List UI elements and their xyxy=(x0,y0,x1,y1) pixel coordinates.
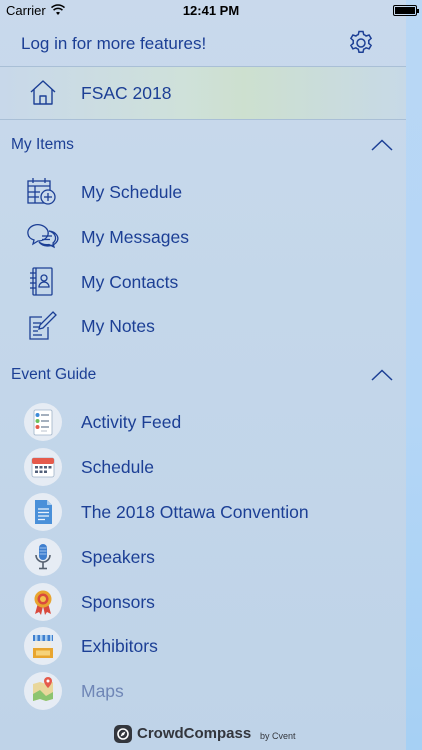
section-header-event-guide[interactable]: Event Guide xyxy=(0,353,406,397)
menu-item-convention[interactable]: The 2018 Ottawa Convention xyxy=(0,490,406,535)
map-icon xyxy=(24,672,62,710)
section-header-my-items[interactable]: My Items xyxy=(0,123,406,167)
menu-item-label: My Contacts xyxy=(81,272,179,292)
footer-branding: CrowdCompass by Cvent xyxy=(0,720,406,750)
chat-bubbles-icon xyxy=(27,223,59,249)
menu-item-label: Schedule xyxy=(81,457,154,477)
menu-item-label: My Schedule xyxy=(81,182,183,202)
menu-item-exhibitors[interactable]: Exhibitors xyxy=(0,624,406,669)
menu-item-label: The 2018 Ottawa Convention xyxy=(81,502,309,522)
gear-icon[interactable] xyxy=(348,30,374,56)
note-pencil-icon xyxy=(29,311,57,340)
menu-item-sponsors[interactable]: Sponsors xyxy=(0,580,406,625)
footer-brand: CrowdCompass xyxy=(137,725,252,742)
battery-icon xyxy=(393,5,419,16)
menu-item-label: My Messages xyxy=(81,227,189,247)
crowdcompass-logo-icon xyxy=(114,725,132,743)
contacts-book-icon xyxy=(30,267,53,296)
calendar-icon xyxy=(24,448,62,486)
menu-item-label: Speakers xyxy=(81,547,155,567)
chevron-up-icon[interactable] xyxy=(371,369,393,381)
menu-item-label: Maps xyxy=(81,681,124,701)
menu-item-label: Activity Feed xyxy=(81,412,182,432)
home-icon xyxy=(30,80,56,105)
menu-item-my-contacts[interactable]: My Contacts xyxy=(0,260,406,305)
document-icon xyxy=(24,493,62,531)
status-bar: Carrier 12:41 PM xyxy=(0,0,422,22)
footer-by: by Cvent xyxy=(260,731,296,741)
login-banner[interactable]: Log in for more features! xyxy=(0,22,406,67)
menu-item-speakers[interactable]: Speakers xyxy=(0,535,406,580)
menu-item-label: Sponsors xyxy=(81,592,155,612)
activity-feed-icon xyxy=(24,403,62,441)
ribbon-award-icon xyxy=(24,583,62,621)
booth-icon xyxy=(24,627,62,665)
calendar-add-icon xyxy=(27,178,56,205)
background-strip xyxy=(406,0,422,750)
home-label: FSAC 2018 xyxy=(81,83,172,103)
menu-item-maps[interactable]: Maps xyxy=(0,669,406,714)
menu-item-my-messages[interactable]: My Messages xyxy=(0,215,406,260)
menu-item-my-notes[interactable]: My Notes xyxy=(0,304,406,349)
chevron-up-icon[interactable] xyxy=(371,139,393,151)
menu-item-activity-feed[interactable]: Activity Feed xyxy=(0,400,406,445)
menu-item-label: Exhibitors xyxy=(81,636,158,656)
section-title: Event Guide xyxy=(11,366,97,383)
menu-item-label: My Notes xyxy=(81,316,155,336)
section-title: My Items xyxy=(11,136,74,153)
clock: 12:41 PM xyxy=(182,3,240,18)
login-link[interactable]: Log in for more features! xyxy=(21,34,206,54)
home-item[interactable]: FSAC 2018 xyxy=(0,67,406,120)
menu-item-my-schedule[interactable]: My Schedule xyxy=(0,170,406,215)
microphone-icon xyxy=(24,538,62,576)
menu-item-schedule[interactable]: Schedule xyxy=(0,445,406,490)
